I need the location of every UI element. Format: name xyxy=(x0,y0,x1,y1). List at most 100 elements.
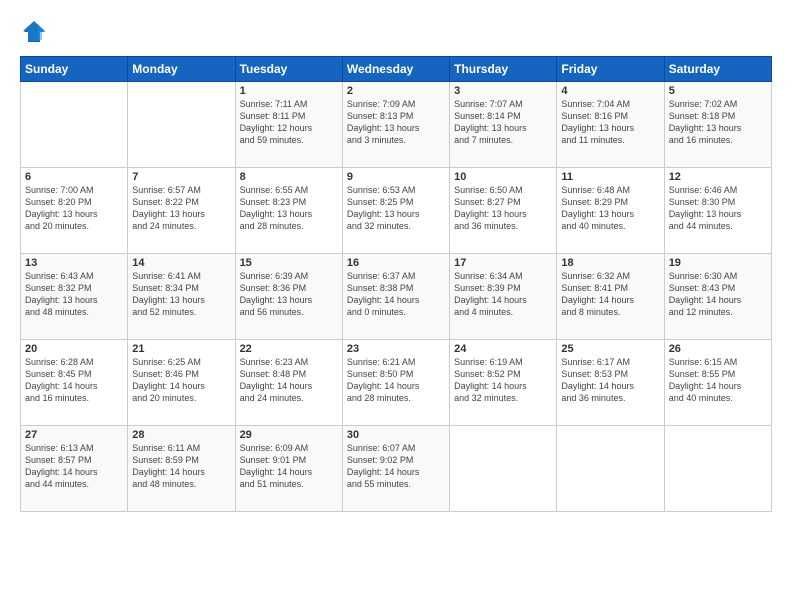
day-info: Sunrise: 6:07 AM Sunset: 9:02 PM Dayligh… xyxy=(347,442,445,491)
header-cell-thursday: Thursday xyxy=(450,57,557,82)
day-number: 24 xyxy=(454,343,552,355)
day-cell: 23Sunrise: 6:21 AM Sunset: 8:50 PM Dayli… xyxy=(342,340,449,426)
day-info: Sunrise: 6:17 AM Sunset: 8:53 PM Dayligh… xyxy=(561,356,659,405)
day-number: 15 xyxy=(240,257,338,269)
header-cell-friday: Friday xyxy=(557,57,664,82)
day-number: 25 xyxy=(561,343,659,355)
day-cell: 5Sunrise: 7:02 AM Sunset: 8:18 PM Daylig… xyxy=(664,82,771,168)
day-number: 16 xyxy=(347,257,445,269)
day-number: 18 xyxy=(561,257,659,269)
day-cell: 19Sunrise: 6:30 AM Sunset: 8:43 PM Dayli… xyxy=(664,254,771,340)
logo xyxy=(20,18,52,46)
day-cell: 18Sunrise: 6:32 AM Sunset: 8:41 PM Dayli… xyxy=(557,254,664,340)
header xyxy=(20,18,772,46)
day-info: Sunrise: 6:41 AM Sunset: 8:34 PM Dayligh… xyxy=(132,270,230,319)
day-number: 21 xyxy=(132,343,230,355)
day-info: Sunrise: 7:04 AM Sunset: 8:16 PM Dayligh… xyxy=(561,98,659,147)
day-info: Sunrise: 6:28 AM Sunset: 8:45 PM Dayligh… xyxy=(25,356,123,405)
day-number: 12 xyxy=(669,171,767,183)
day-info: Sunrise: 6:25 AM Sunset: 8:46 PM Dayligh… xyxy=(132,356,230,405)
day-cell: 27Sunrise: 6:13 AM Sunset: 8:57 PM Dayli… xyxy=(21,426,128,512)
day-number: 11 xyxy=(561,171,659,183)
day-cell: 29Sunrise: 6:09 AM Sunset: 9:01 PM Dayli… xyxy=(235,426,342,512)
day-cell: 11Sunrise: 6:48 AM Sunset: 8:29 PM Dayli… xyxy=(557,168,664,254)
day-number: 3 xyxy=(454,85,552,97)
day-cell: 9Sunrise: 6:53 AM Sunset: 8:25 PM Daylig… xyxy=(342,168,449,254)
day-number: 5 xyxy=(669,85,767,97)
day-cell: 12Sunrise: 6:46 AM Sunset: 8:30 PM Dayli… xyxy=(664,168,771,254)
day-info: Sunrise: 6:34 AM Sunset: 8:39 PM Dayligh… xyxy=(454,270,552,319)
day-cell xyxy=(128,82,235,168)
day-cell: 10Sunrise: 6:50 AM Sunset: 8:27 PM Dayli… xyxy=(450,168,557,254)
day-info: Sunrise: 6:15 AM Sunset: 8:55 PM Dayligh… xyxy=(669,356,767,405)
day-number: 6 xyxy=(25,171,123,183)
day-cell: 28Sunrise: 6:11 AM Sunset: 8:59 PM Dayli… xyxy=(128,426,235,512)
day-number: 23 xyxy=(347,343,445,355)
header-cell-tuesday: Tuesday xyxy=(235,57,342,82)
day-number: 2 xyxy=(347,85,445,97)
day-cell: 7Sunrise: 6:57 AM Sunset: 8:22 PM Daylig… xyxy=(128,168,235,254)
day-number: 19 xyxy=(669,257,767,269)
day-info: Sunrise: 6:46 AM Sunset: 8:30 PM Dayligh… xyxy=(669,184,767,233)
day-info: Sunrise: 6:21 AM Sunset: 8:50 PM Dayligh… xyxy=(347,356,445,405)
day-info: Sunrise: 7:02 AM Sunset: 8:18 PM Dayligh… xyxy=(669,98,767,147)
day-number: 30 xyxy=(347,429,445,441)
day-info: Sunrise: 6:55 AM Sunset: 8:23 PM Dayligh… xyxy=(240,184,338,233)
day-number: 14 xyxy=(132,257,230,269)
day-cell: 1Sunrise: 7:11 AM Sunset: 8:11 PM Daylig… xyxy=(235,82,342,168)
day-info: Sunrise: 7:07 AM Sunset: 8:14 PM Dayligh… xyxy=(454,98,552,147)
header-cell-saturday: Saturday xyxy=(664,57,771,82)
day-info: Sunrise: 7:00 AM Sunset: 8:20 PM Dayligh… xyxy=(25,184,123,233)
week-row-2: 6Sunrise: 7:00 AM Sunset: 8:20 PM Daylig… xyxy=(21,168,772,254)
day-number: 17 xyxy=(454,257,552,269)
day-number: 10 xyxy=(454,171,552,183)
day-cell: 24Sunrise: 6:19 AM Sunset: 8:52 PM Dayli… xyxy=(450,340,557,426)
day-number: 13 xyxy=(25,257,123,269)
header-row: SundayMondayTuesdayWednesdayThursdayFrid… xyxy=(21,57,772,82)
logo-icon xyxy=(20,18,48,46)
day-cell: 25Sunrise: 6:17 AM Sunset: 8:53 PM Dayli… xyxy=(557,340,664,426)
day-info: Sunrise: 6:43 AM Sunset: 8:32 PM Dayligh… xyxy=(25,270,123,319)
day-cell: 8Sunrise: 6:55 AM Sunset: 8:23 PM Daylig… xyxy=(235,168,342,254)
day-cell xyxy=(664,426,771,512)
day-info: Sunrise: 6:48 AM Sunset: 8:29 PM Dayligh… xyxy=(561,184,659,233)
day-number: 1 xyxy=(240,85,338,97)
day-info: Sunrise: 6:09 AM Sunset: 9:01 PM Dayligh… xyxy=(240,442,338,491)
day-cell xyxy=(21,82,128,168)
day-info: Sunrise: 6:32 AM Sunset: 8:41 PM Dayligh… xyxy=(561,270,659,319)
day-number: 27 xyxy=(25,429,123,441)
header-cell-monday: Monday xyxy=(128,57,235,82)
day-cell: 30Sunrise: 6:07 AM Sunset: 9:02 PM Dayli… xyxy=(342,426,449,512)
day-cell: 6Sunrise: 7:00 AM Sunset: 8:20 PM Daylig… xyxy=(21,168,128,254)
calendar-table: SundayMondayTuesdayWednesdayThursdayFrid… xyxy=(20,56,772,512)
day-number: 26 xyxy=(669,343,767,355)
day-cell: 20Sunrise: 6:28 AM Sunset: 8:45 PM Dayli… xyxy=(21,340,128,426)
day-info: Sunrise: 6:39 AM Sunset: 8:36 PM Dayligh… xyxy=(240,270,338,319)
day-cell: 14Sunrise: 6:41 AM Sunset: 8:34 PM Dayli… xyxy=(128,254,235,340)
day-info: Sunrise: 6:50 AM Sunset: 8:27 PM Dayligh… xyxy=(454,184,552,233)
day-info: Sunrise: 7:11 AM Sunset: 8:11 PM Dayligh… xyxy=(240,98,338,147)
day-number: 7 xyxy=(132,171,230,183)
day-info: Sunrise: 6:37 AM Sunset: 8:38 PM Dayligh… xyxy=(347,270,445,319)
day-info: Sunrise: 6:19 AM Sunset: 8:52 PM Dayligh… xyxy=(454,356,552,405)
day-number: 8 xyxy=(240,171,338,183)
week-row-1: 1Sunrise: 7:11 AM Sunset: 8:11 PM Daylig… xyxy=(21,82,772,168)
day-cell: 13Sunrise: 6:43 AM Sunset: 8:32 PM Dayli… xyxy=(21,254,128,340)
day-cell: 17Sunrise: 6:34 AM Sunset: 8:39 PM Dayli… xyxy=(450,254,557,340)
day-number: 20 xyxy=(25,343,123,355)
day-cell: 4Sunrise: 7:04 AM Sunset: 8:16 PM Daylig… xyxy=(557,82,664,168)
day-cell: 3Sunrise: 7:07 AM Sunset: 8:14 PM Daylig… xyxy=(450,82,557,168)
day-number: 4 xyxy=(561,85,659,97)
page: SundayMondayTuesdayWednesdayThursdayFrid… xyxy=(0,0,792,612)
day-info: Sunrise: 6:57 AM Sunset: 8:22 PM Dayligh… xyxy=(132,184,230,233)
day-cell xyxy=(557,426,664,512)
day-info: Sunrise: 6:53 AM Sunset: 8:25 PM Dayligh… xyxy=(347,184,445,233)
day-cell xyxy=(450,426,557,512)
day-cell: 2Sunrise: 7:09 AM Sunset: 8:13 PM Daylig… xyxy=(342,82,449,168)
day-info: Sunrise: 6:13 AM Sunset: 8:57 PM Dayligh… xyxy=(25,442,123,491)
week-row-3: 13Sunrise: 6:43 AM Sunset: 8:32 PM Dayli… xyxy=(21,254,772,340)
day-cell: 16Sunrise: 6:37 AM Sunset: 8:38 PM Dayli… xyxy=(342,254,449,340)
day-number: 9 xyxy=(347,171,445,183)
day-info: Sunrise: 6:30 AM Sunset: 8:43 PM Dayligh… xyxy=(669,270,767,319)
header-cell-sunday: Sunday xyxy=(21,57,128,82)
